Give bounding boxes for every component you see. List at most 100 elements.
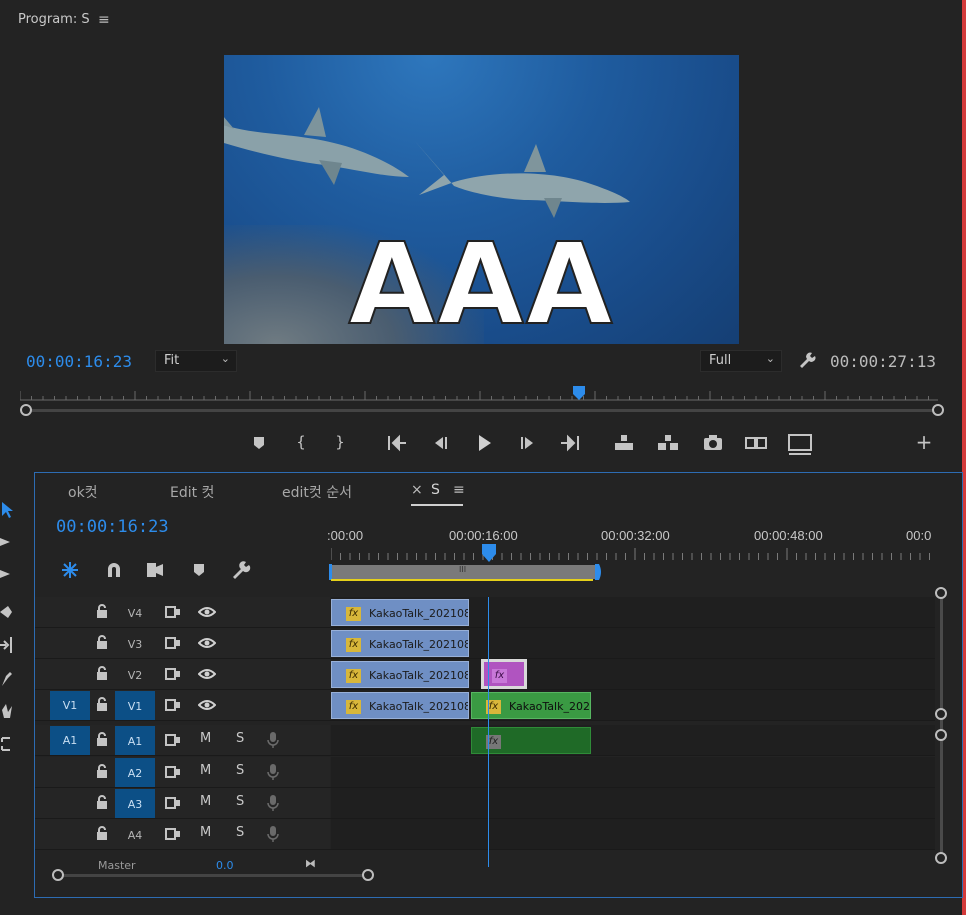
audio-clip[interactable]: fx xyxy=(471,727,591,754)
go-to-in-icon[interactable] xyxy=(384,430,410,456)
razor-tool-icon[interactable] xyxy=(0,602,14,622)
program-zoom-scrollbar[interactable] xyxy=(26,409,938,412)
program-monitor-title[interactable]: Program: S xyxy=(18,12,90,27)
scroll-handle-left[interactable] xyxy=(20,404,32,416)
play-icon[interactable] xyxy=(471,430,497,456)
track-target-v4[interactable]: V4 xyxy=(115,598,155,627)
audio-scroll-handle-bottom[interactable] xyxy=(935,852,947,864)
mute-button[interactable]: M xyxy=(200,825,211,840)
tab-edit-cut[interactable]: Edit 컷 xyxy=(170,482,214,502)
hand-tool-icon[interactable] xyxy=(0,700,14,720)
track-area-v2[interactable]: fx KakaoTalk_202108 fx xyxy=(331,659,935,689)
mute-button[interactable]: M xyxy=(200,763,211,778)
scroll-handle-right[interactable] xyxy=(932,404,944,416)
eye-icon[interactable] xyxy=(198,637,216,649)
timeline-current-timecode[interactable]: 00:00:16:23 xyxy=(56,517,169,537)
microphone-icon[interactable] xyxy=(267,794,279,812)
microphone-icon[interactable] xyxy=(267,731,279,749)
track-select-tool-icon[interactable] xyxy=(0,532,14,552)
track-area-a1[interactable]: fx xyxy=(331,725,935,755)
lock-icon[interactable] xyxy=(96,826,108,840)
tab-menu-icon[interactable]: ≡ xyxy=(453,482,465,498)
solo-button[interactable]: S xyxy=(236,763,244,778)
source-patch-a1[interactable]: A1 xyxy=(50,726,90,755)
wrench-icon[interactable] xyxy=(797,350,817,370)
track-target-a1[interactable]: A1 xyxy=(115,726,155,755)
timeline-playhead[interactable] xyxy=(482,544,496,562)
add-marker-icon[interactable] xyxy=(188,559,210,581)
sync-lock-icon[interactable] xyxy=(165,698,181,712)
type-tool-icon[interactable] xyxy=(0,734,14,754)
track-area-a2[interactable] xyxy=(331,757,935,787)
solo-button[interactable]: S xyxy=(236,794,244,809)
solo-button[interactable]: S xyxy=(236,825,244,840)
tab-s[interactable]: S xyxy=(431,482,440,498)
track-area-v4[interactable]: fx KakaoTalk_202108 xyxy=(331,597,935,627)
go-to-edit-icon[interactable]: ⧓ xyxy=(305,857,316,870)
go-to-out-icon[interactable] xyxy=(557,430,583,456)
video-scroll-handle-bottom[interactable] xyxy=(935,708,947,720)
mute-button[interactable]: M xyxy=(200,731,211,746)
lock-icon[interactable] xyxy=(96,764,108,778)
master-volume-value[interactable]: 0.0 xyxy=(216,859,234,871)
eye-icon[interactable] xyxy=(198,699,216,711)
program-mini-ruler[interactable] xyxy=(20,387,938,401)
playback-resolution-dropdown[interactable]: Full ⌄ xyxy=(700,350,782,372)
lock-icon[interactable] xyxy=(96,795,108,809)
horizontal-zoom-scrollbar[interactable] xyxy=(58,874,368,877)
zoom-handle-right[interactable] xyxy=(362,869,374,881)
video-clip[interactable]: fx KakaoTalk_202108 xyxy=(331,630,469,657)
sync-lock-icon[interactable] xyxy=(165,733,181,747)
work-area-bar[interactable]: III xyxy=(331,565,597,579)
lock-icon[interactable] xyxy=(96,604,108,618)
vertical-scrollbar-track[interactable] xyxy=(940,591,943,861)
tab-ok-cut[interactable]: ok컷 xyxy=(68,482,98,502)
tab-edit-cut-order[interactable]: edit컷 순서 xyxy=(282,482,352,502)
solo-button[interactable]: S xyxy=(236,731,244,746)
eye-icon[interactable] xyxy=(198,606,216,618)
lift-icon[interactable] xyxy=(611,430,637,456)
track-target-a2[interactable]: A2 xyxy=(115,758,155,787)
eye-icon[interactable] xyxy=(198,668,216,680)
track-target-v2[interactable]: V2 xyxy=(115,660,155,689)
snap-magnet-icon[interactable] xyxy=(103,559,125,581)
track-area-a3[interactable] xyxy=(331,788,935,818)
video-clip[interactable]: fx KakaoTalk_202108 xyxy=(331,661,469,688)
video-clip[interactable]: fx KakaoTalk_202108 xyxy=(331,599,469,626)
timeline-ruler-labels[interactable]: :00:00 00:00:16:00 00:00:32:00 00:00:48:… xyxy=(327,528,935,546)
sync-lock-icon[interactable] xyxy=(165,796,181,810)
slip-tool-icon[interactable] xyxy=(0,635,14,655)
extract-icon[interactable] xyxy=(655,430,681,456)
wrench-icon[interactable] xyxy=(230,559,252,581)
track-target-v1[interactable]: V1 xyxy=(115,691,155,720)
panel-menu-icon[interactable]: ≡ xyxy=(98,12,110,28)
sync-lock-icon[interactable] xyxy=(165,765,181,779)
sync-lock-icon[interactable] xyxy=(165,827,181,841)
mute-button[interactable]: M xyxy=(200,794,211,809)
track-target-a3[interactable]: A3 xyxy=(115,789,155,818)
lock-icon[interactable] xyxy=(96,666,108,680)
mark-in-button[interactable]: { xyxy=(288,430,314,456)
timeline-ruler-ticks[interactable] xyxy=(331,548,935,560)
track-area-v3[interactable]: fx KakaoTalk_202108 xyxy=(331,628,935,658)
pen-tool-icon[interactable] xyxy=(0,668,14,688)
nest-sequence-icon[interactable] xyxy=(59,559,81,581)
mark-out-button[interactable]: } xyxy=(327,430,353,456)
microphone-icon[interactable] xyxy=(267,825,279,843)
track-target-v3[interactable]: V3 xyxy=(115,629,155,658)
ripple-edit-tool-icon[interactable] xyxy=(0,564,14,584)
camera-icon[interactable] xyxy=(700,430,726,456)
sync-lock-icon[interactable] xyxy=(165,667,181,681)
linked-selection-icon[interactable] xyxy=(144,559,166,581)
program-playhead[interactable] xyxy=(572,386,585,400)
video-clip[interactable]: fx KakaoTalk_202 xyxy=(471,692,591,719)
program-video-frame[interactable]: AAA xyxy=(224,55,739,344)
zoom-handle-left[interactable] xyxy=(52,869,64,881)
step-back-icon[interactable] xyxy=(427,430,453,456)
audio-scroll-handle-top[interactable] xyxy=(935,729,947,741)
sync-lock-icon[interactable] xyxy=(165,636,181,650)
sync-lock-icon[interactable] xyxy=(165,605,181,619)
source-patch-v1[interactable]: V1 xyxy=(50,691,90,720)
selection-tool-icon[interactable] xyxy=(0,500,14,520)
lock-icon[interactable] xyxy=(96,635,108,649)
